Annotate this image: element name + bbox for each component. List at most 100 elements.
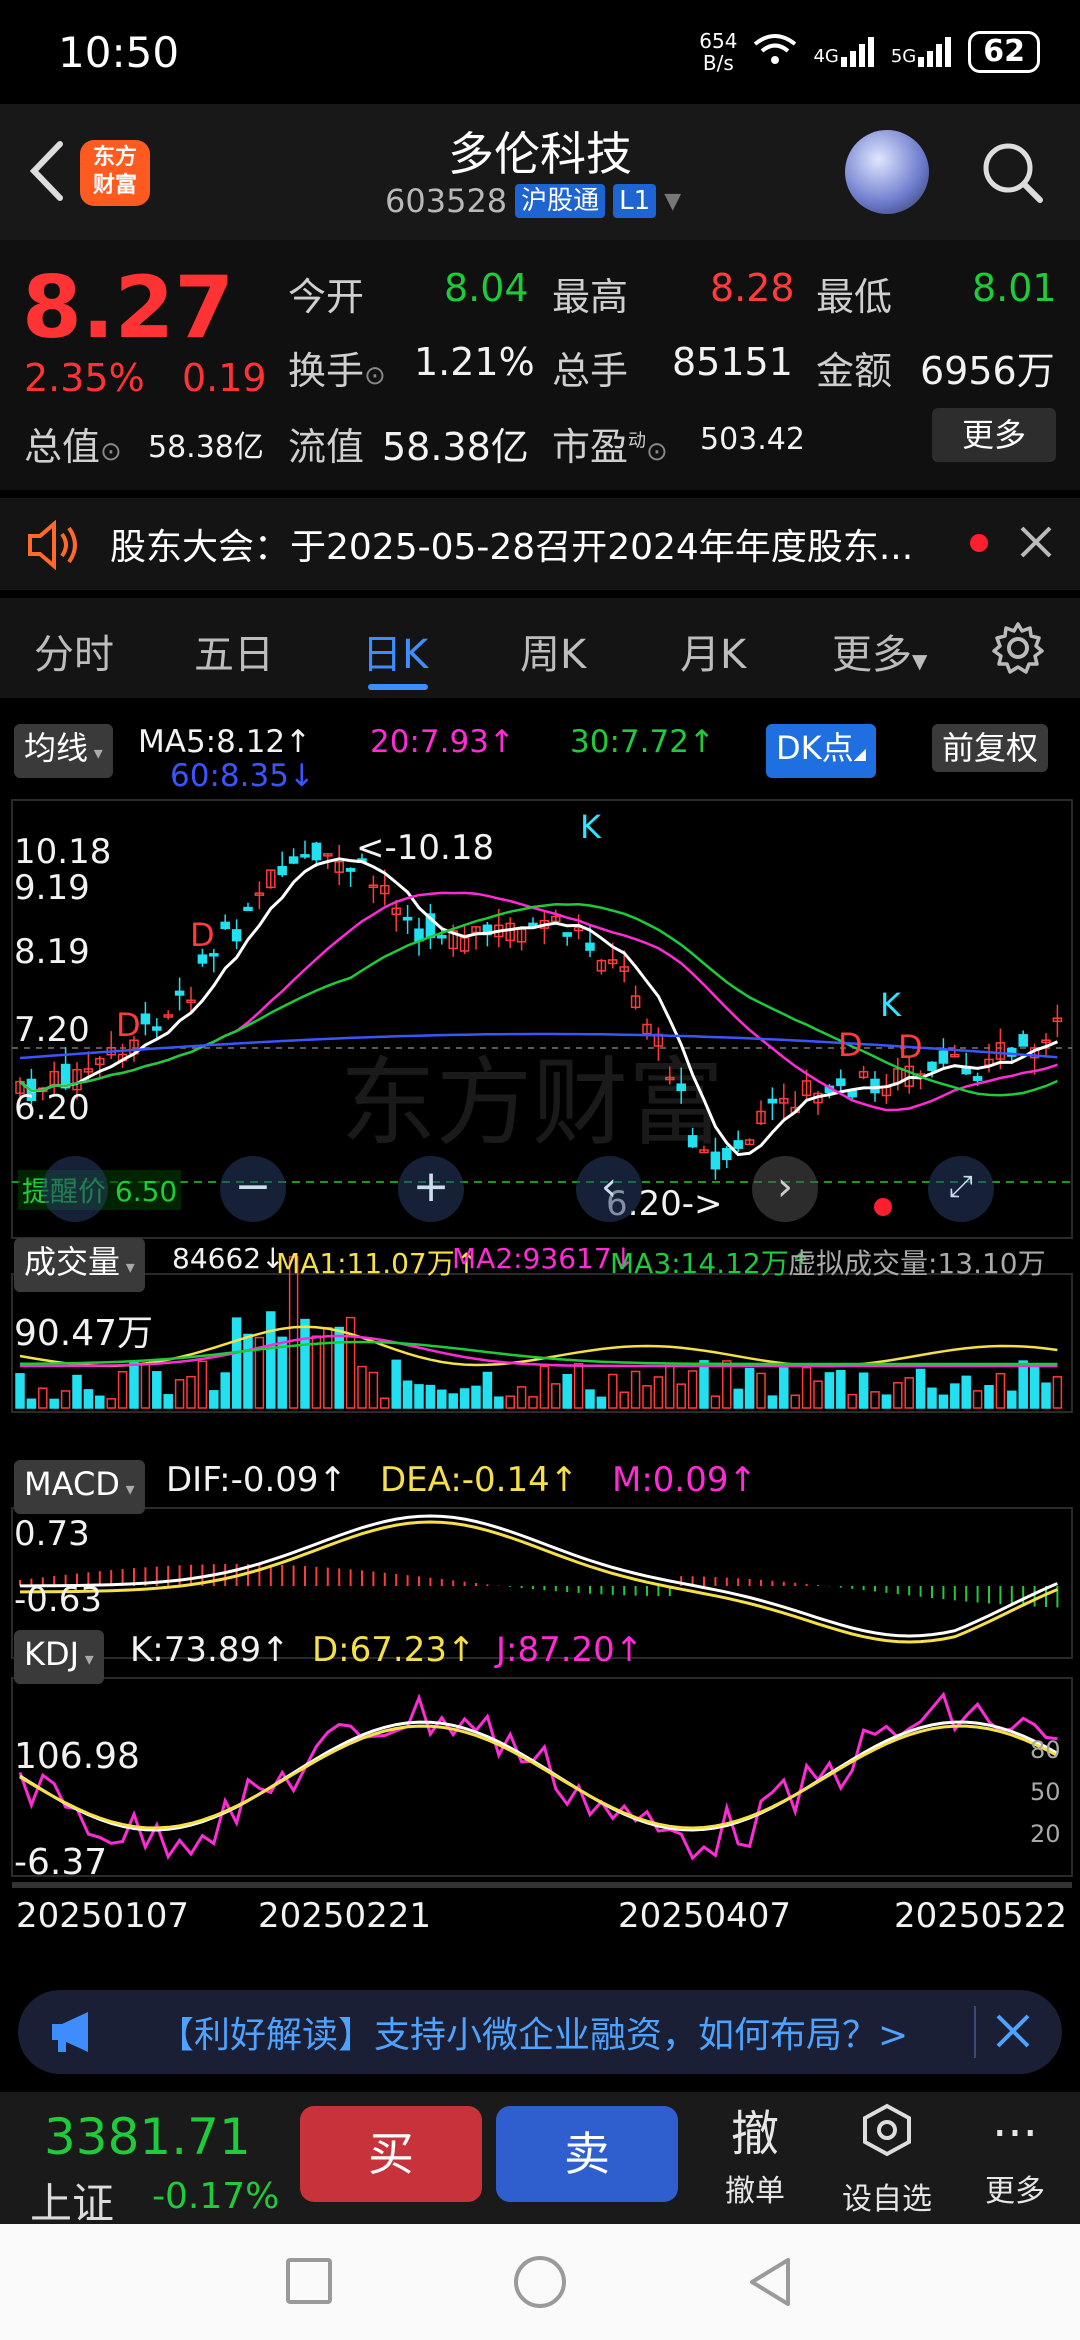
volume-bar <box>266 1311 276 1409</box>
kline-svg[interactable]: 东方财富 DKDKDD <box>0 796 1080 1920</box>
vol-ma3-line <box>19 1340 1058 1366</box>
index-value[interactable]: 3381.71 <box>44 2108 251 2166</box>
notice-bar[interactable]: 股东大会：于2025-05-28召开2024年年度股东... <box>0 498 1080 590</box>
candle-body <box>733 1140 743 1149</box>
candle-body <box>927 1061 937 1072</box>
volume-bar <box>790 1394 800 1409</box>
last-price: 8.27 <box>22 258 235 358</box>
volume-bar <box>836 1369 846 1409</box>
candle-body <box>767 1098 778 1104</box>
tab-intraday[interactable]: 分时 <box>34 622 114 680</box>
stock-header: 东方 财富 多伦科技 603528 沪股通 L1 ▼ <box>0 104 1080 240</box>
more-actions-button[interactable]: ··· 更多 <box>960 2102 1070 2210</box>
banner-text: 【利好解读】支持小微企业融资，如何布局？> <box>158 2015 909 2056</box>
sell-button[interactable]: 卖 <box>496 2106 678 2202</box>
add-watchlist-button[interactable]: 设自选 <box>832 2102 942 2218</box>
volume-bar <box>881 1394 892 1409</box>
candle-body <box>722 1147 732 1161</box>
volume-bar <box>927 1387 937 1409</box>
date-tick-4: 20250522 <box>894 1896 1068 1936</box>
pe-label[interactable]: 市盈动⊙ <box>552 416 668 471</box>
volume-bar <box>904 1377 914 1409</box>
volume-bar <box>972 1390 983 1409</box>
tab-daily-k[interactable]: 日K <box>362 622 428 680</box>
system-nav-bar <box>0 2224 1080 2340</box>
kdj-right-20: 20 <box>1030 1820 1061 1848</box>
zoom-in-button[interactable]: + <box>398 1156 464 1222</box>
kdj-selector[interactable]: KDJ ▾ <box>14 1630 104 1684</box>
ma20-label: 20:7.93↑ <box>370 724 515 760</box>
volume-bar <box>915 1368 926 1409</box>
close-banner-button[interactable] <box>990 2008 1036 2058</box>
index-name[interactable]: 上证 <box>30 2170 114 2231</box>
adjust-price-toggle[interactable]: 前复权 <box>932 724 1049 772</box>
volume-bar <box>516 1386 527 1409</box>
home-button[interactable] <box>514 2256 566 2308</box>
signal-label-D: D <box>838 1026 863 1064</box>
pan-right-button[interactable]: › <box>752 1156 818 1222</box>
mktcap-label[interactable]: 总值⊙ <box>24 416 122 471</box>
kline-chart-area[interactable]: 均线 ▾ MA5:8.12↑ 20:7.93↑ 30:7.72↑ 60:8.35… <box>0 700 1080 1970</box>
candle-body <box>402 916 413 921</box>
status-time: 10:50 <box>58 28 180 77</box>
price-tick-2: 9.19 <box>14 868 90 908</box>
volume-bar <box>824 1372 835 1409</box>
candle-body <box>562 932 572 937</box>
j-line <box>18 1691 1058 1861</box>
more-quote-button[interactable]: 更多 <box>932 408 1056 462</box>
search-button[interactable] <box>976 136 1048 208</box>
volume-bar <box>801 1366 812 1409</box>
candle-body <box>231 929 242 942</box>
candle-body <box>585 942 595 951</box>
close-icon <box>1020 526 1052 558</box>
pan-left-button[interactable]: ‹ <box>576 1156 642 1222</box>
volume-bar <box>722 1360 732 1409</box>
volume-bar <box>72 1374 82 1409</box>
back-nav-button[interactable] <box>744 2254 796 2314</box>
volume-selector[interactable]: 成交量 ▾ <box>14 1238 145 1292</box>
macd-selector[interactable]: MACD ▾ <box>14 1460 145 1514</box>
news-banner[interactable]: 【利好解读】支持小微企业融资，如何布局？> <box>18 1990 1062 2074</box>
recent-apps-button[interactable] <box>286 2258 332 2304</box>
tab-five-day[interactable]: 五日 <box>194 622 274 680</box>
candle-body <box>938 1050 949 1064</box>
d-line <box>19 1724 1059 1830</box>
volume-bar <box>243 1333 253 1409</box>
tab-weekly-k[interactable]: 周K <box>520 622 586 680</box>
kdj-k: K:73.89↑ <box>130 1630 290 1670</box>
volume-bar <box>608 1373 618 1409</box>
caret-down-icon: ▼ <box>664 188 682 214</box>
scroll-left-button[interactable] <box>42 1156 108 1222</box>
cancel-order-button[interactable]: 撤 撤单 <box>700 2102 810 2210</box>
candle-body <box>140 1013 151 1025</box>
ma-selector[interactable]: 均线 ▾ <box>14 724 113 778</box>
volume-bar <box>687 1370 698 1409</box>
volume-bar <box>619 1391 629 1409</box>
tab-monthly-k[interactable]: 月K <box>680 622 746 680</box>
ma60-label: 60:8.35↓ <box>170 758 315 794</box>
volume-bar <box>1029 1366 1040 1409</box>
buy-button[interactable]: 买 <box>300 2106 482 2202</box>
volume-bar <box>1007 1390 1017 1409</box>
tab-more[interactable]: 更多▼ <box>832 622 927 680</box>
robot-assistant-icon[interactable] <box>845 130 929 214</box>
stock-code-row[interactable]: 603528 沪股通 L1 ▼ <box>385 182 681 220</box>
notice-text: 股东大会：于2025-05-28召开2024年年度股东... <box>110 527 914 568</box>
low-label: 最低 <box>816 275 893 319</box>
settings-button[interactable] <box>990 620 1046 680</box>
turnover-label[interactable]: 换手⊙ <box>288 340 386 395</box>
volume-bar <box>231 1317 242 1409</box>
volume-bar <box>38 1387 48 1409</box>
wifi-icon <box>753 32 797 73</box>
fullscreen-button[interactable]: ⤢ <box>928 1156 994 1222</box>
candle-body <box>197 954 208 964</box>
kdj-right-50: 50 <box>1030 1778 1061 1806</box>
battery-icon: 62 <box>968 31 1040 73</box>
dk-point-toggle[interactable]: DK点◢ <box>766 724 876 778</box>
candle-body <box>687 1135 698 1148</box>
dif-line <box>20 1514 1058 1638</box>
volume-bar <box>494 1396 504 1409</box>
zoom-out-button[interactable]: − <box>220 1156 286 1222</box>
close-notice-button[interactable] <box>1014 520 1058 568</box>
vol-ma2-line <box>20 1334 1058 1368</box>
